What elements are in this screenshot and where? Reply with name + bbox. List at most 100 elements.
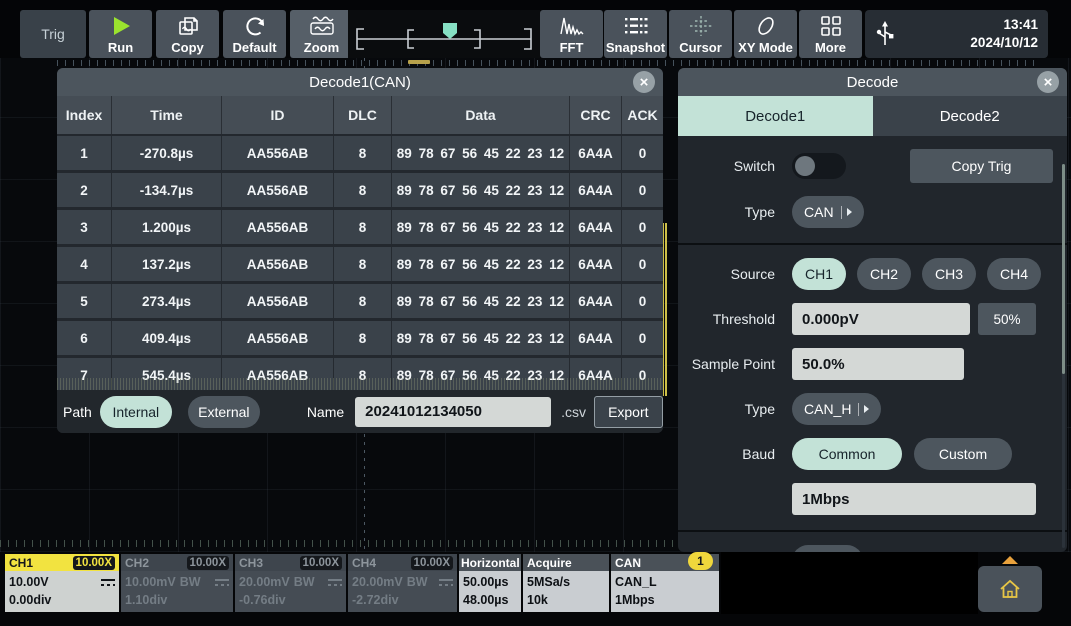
ch1-waveform-burst <box>663 223 667 396</box>
trig-button[interactable]: Trig <box>20 10 86 58</box>
table-row[interactable]: 5 273.4µs AA556AB 8 89 78 67 56 45 22 23… <box>57 284 663 318</box>
ch2-status-block[interactable]: CH2 10.00X 10.00mVBW 1.10div <box>121 554 233 612</box>
table-row[interactable]: 6 409.4µs AA556AB 8 89 78 67 56 45 22 23… <box>57 321 663 355</box>
more-grid-icon <box>819 15 843 37</box>
cell-index: 3 <box>57 210 112 244</box>
usb-icon <box>875 20 895 48</box>
threshold-input[interactable]: 0.000pV <box>792 303 970 335</box>
ch4-body: 20.00mVBW -2.72div <box>348 571 457 612</box>
sample-point-input[interactable]: 50.0% <box>792 348 964 380</box>
close-icon[interactable]: × <box>1037 71 1059 93</box>
expand-up-arrow-icon[interactable] <box>1002 556 1018 564</box>
table-row[interactable]: 4 137.2µs AA556AB 8 89 78 67 56 45 22 23… <box>57 247 663 281</box>
can-bus-status-block[interactable]: CAN CAN_L 1Mbps 1 <box>611 554 719 612</box>
path-external-button[interactable]: External <box>188 396 260 428</box>
baud-common-button[interactable]: Common <box>792 438 902 470</box>
baud-value-row: 1Mbps <box>678 483 1067 515</box>
cursor-crosshair-icon <box>688 15 714 37</box>
ch3-header: CH3 10.00X <box>235 554 346 571</box>
format-dropdown[interactable]: HEX <box>792 545 863 552</box>
can-body: CAN_L 1Mbps <box>611 571 719 612</box>
source-ch2-button[interactable]: CH2 <box>857 258 911 290</box>
cell-index: 1 <box>57 136 112 170</box>
table-row[interactable]: 3 1.200µs AA556AB 8 89 78 67 56 45 22 23… <box>57 210 663 244</box>
acquire-body: 5MSa/s 10k <box>523 571 609 612</box>
fft-button[interactable]: FFT <box>540 10 603 58</box>
acquire-status-block[interactable]: Acquire 5MSa/s 10k <box>523 554 609 612</box>
export-button[interactable]: Export <box>594 396 662 428</box>
cursor-button[interactable]: Cursor <box>669 10 732 58</box>
signal-type-dropdown[interactable]: CAN_H <box>792 393 881 425</box>
source-ch3-button[interactable]: CH3 <box>922 258 976 290</box>
sample-rate-value: 5MSa/s <box>527 573 605 591</box>
snapshot-button[interactable]: Snapshot <box>604 10 667 58</box>
horizontal-status-block[interactable]: Horizontal 50.00µs 48.00µs <box>459 554 521 612</box>
source-label: Source <box>678 266 775 282</box>
ch3-body: 20.00mVBW -0.76div <box>235 571 346 612</box>
zoom-button[interactable]: Zoom <box>290 10 353 58</box>
cell-data: 89 78 67 56 45 22 23 12 <box>392 210 570 244</box>
source-ch1-button[interactable]: CH1 <box>792 258 846 290</box>
cursor-label: Cursor <box>679 40 722 55</box>
close-icon[interactable]: × <box>633 71 655 93</box>
cell-dlc: 8 <box>334 321 392 355</box>
cell-crc: 6A4A <box>570 173 622 207</box>
run-label: Run <box>108 40 133 55</box>
threshold-50pct-button[interactable]: 50% <box>978 303 1036 335</box>
xy-mode-button[interactable]: XY Mode <box>734 10 797 58</box>
tab-decode2[interactable]: Decode2 <box>873 96 1068 136</box>
cell-data: 89 78 67 56 45 22 23 12 <box>392 173 570 207</box>
cell-id: AA556AB <box>222 247 334 281</box>
can-signal-value: CAN_L <box>615 573 715 591</box>
table-row[interactable]: 2 -134.7µs AA556AB 8 89 78 67 56 45 22 2… <box>57 173 663 207</box>
default-label: Default <box>232 40 276 55</box>
type-row: Type CAN <box>678 196 1067 228</box>
cell-crc: 6A4A <box>570 210 622 244</box>
trigger-position-marker[interactable] <box>408 60 430 64</box>
file-name-input[interactable] <box>355 397 551 427</box>
copy-button[interactable]: Copy <box>156 10 219 58</box>
trigger-delay-marker[interactable] <box>443 23 457 39</box>
ch4-status-block[interactable]: CH4 10.00X 20.00mVBW -2.72div <box>348 554 457 612</box>
signal-type-value: CAN_H <box>804 401 851 417</box>
protocol-type-dropdown[interactable]: CAN <box>792 196 864 228</box>
baud-custom-button[interactable]: Custom <box>914 438 1012 470</box>
file-extension: .csv <box>561 404 586 420</box>
xy-mode-label: XY Mode <box>738 40 793 55</box>
statusbar-empty-area <box>721 552 978 614</box>
ch1-name: CH1 <box>9 556 33 570</box>
sample-point-label: Sample Point <box>678 356 775 372</box>
clock-block[interactable]: 13:41 2024/10/12 <box>865 10 1048 58</box>
cell-index: 2 <box>57 173 112 207</box>
run-button[interactable]: Run <box>89 10 152 58</box>
col-id: ID <box>222 96 334 134</box>
cell-id: AA556AB <box>222 173 334 207</box>
path-internal-button[interactable]: Internal <box>100 396 172 428</box>
switch-row: Switch Copy Trig <box>678 149 1067 183</box>
horizontal-position-indicator[interactable] <box>348 10 540 58</box>
threshold-row: Threshold 0.000pV 50% <box>678 303 1067 335</box>
table-row[interactable]: 1 -270.8µs AA556AB 8 89 78 67 56 45 22 2… <box>57 136 663 170</box>
trigger-source-badge: 1 <box>688 552 713 570</box>
tab-decode1[interactable]: Decode1 <box>678 96 873 136</box>
decode-table-title: Decode1(CAN) <box>309 74 411 91</box>
copy-trig-button[interactable]: Copy Trig <box>910 149 1053 183</box>
acquire-header: Acquire <box>523 554 609 571</box>
ch2-offset: 1.10div <box>125 591 229 609</box>
baud-rate-input[interactable]: 1Mbps <box>792 483 1036 515</box>
scrollbar-thumb[interactable] <box>1062 164 1065 374</box>
col-index: Index <box>57 96 112 134</box>
signal-type-label: Type <box>678 401 775 417</box>
default-button[interactable]: Default <box>223 10 286 58</box>
decode-switch-toggle[interactable] <box>792 153 846 179</box>
section-divider <box>678 243 1067 245</box>
panel-scrollbar[interactable] <box>1062 164 1065 548</box>
horizontal-header: Horizontal <box>459 554 521 571</box>
ch3-status-block[interactable]: CH3 10.00X 20.00mVBW -0.76div <box>235 554 346 612</box>
ch1-status-block[interactable]: CH1 10.00X 10.00V 0.00div <box>5 554 119 612</box>
home-button[interactable] <box>978 566 1042 612</box>
source-ch4-button[interactable]: CH4 <box>987 258 1041 290</box>
cell-index: 5 <box>57 284 112 318</box>
more-button[interactable]: More <box>799 10 862 58</box>
ch3-offset: -0.76div <box>239 591 342 609</box>
